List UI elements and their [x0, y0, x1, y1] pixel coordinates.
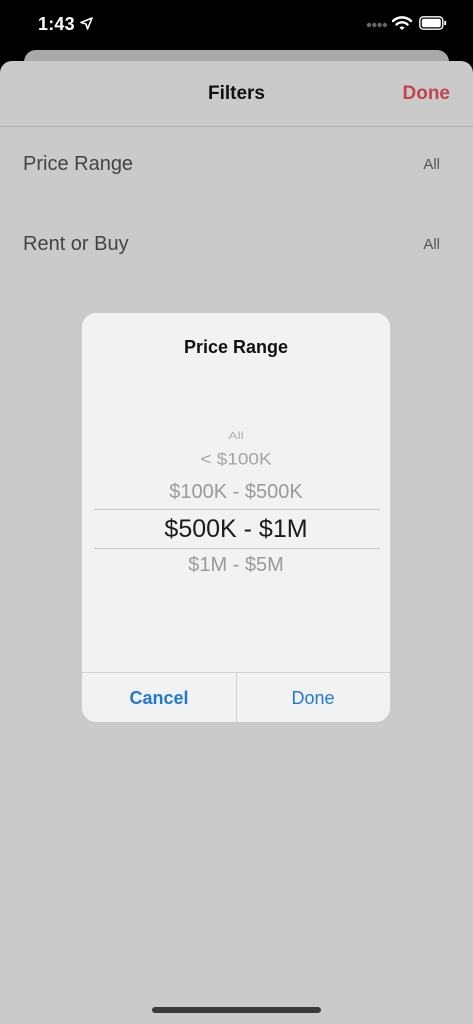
filter-row-price-range[interactable]: Price Range All [0, 135, 473, 195]
picker-option-selected[interactable]: $500K - $1M [82, 515, 390, 544]
location-arrow-icon [80, 17, 93, 30]
done-button[interactable]: Done [403, 83, 451, 105]
price-range-dialog: Price Range All < $100K $100K - $500K $5… [82, 313, 390, 722]
picker-option[interactable]: $1M - $5M [82, 554, 390, 577]
status-bar: 1:43 [0, 0, 473, 50]
cancel-button[interactable]: Cancel [82, 673, 236, 722]
selection-divider [94, 548, 380, 549]
battery-icon [419, 16, 447, 30]
filter-row-rent-or-buy[interactable]: Rent or Buy All [0, 215, 473, 275]
row-value: All [423, 156, 440, 173]
row-label: Rent or Buy [23, 233, 129, 255]
picker-option[interactable]: < $100K [82, 450, 390, 469]
nav-bar: Filters Done [0, 61, 473, 127]
status-time: 1:43 [38, 14, 75, 34]
row-value: All [423, 236, 440, 253]
price-range-picker[interactable]: All < $100K $100K - $500K $500K - $1M $1… [82, 413, 390, 603]
home-indicator[interactable] [152, 1007, 321, 1013]
picker-option[interactable]: $100K - $500K [82, 481, 390, 504]
picker-option[interactable]: All [82, 429, 390, 441]
dialog-footer: Cancel Done [82, 672, 390, 722]
dialog-title: Price Range [183, 337, 289, 357]
wifi-icon [392, 16, 412, 30]
selection-divider [94, 509, 380, 510]
signal-dots-icon [366, 22, 388, 28]
dialog-done-button[interactable]: Done [236, 673, 390, 722]
row-label: Price Range [23, 153, 134, 175]
